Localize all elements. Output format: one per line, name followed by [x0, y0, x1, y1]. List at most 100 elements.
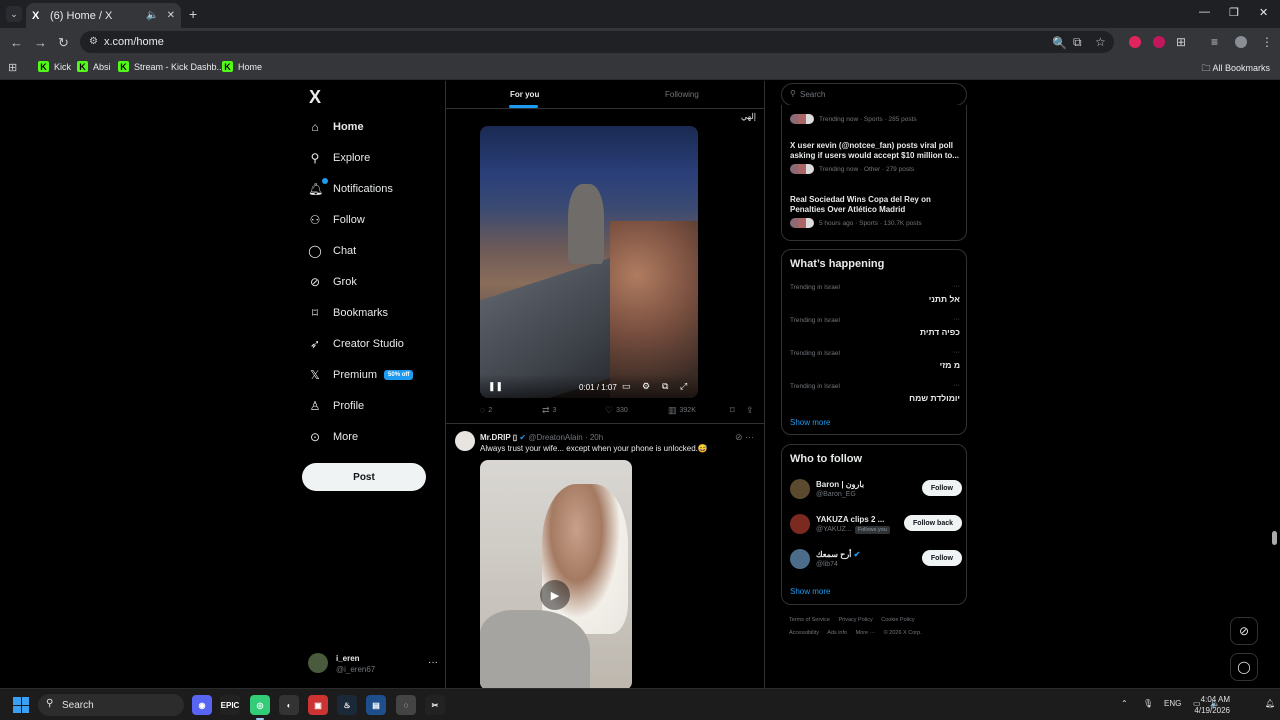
- author-handle[interactable]: @DreatonAlain: [528, 433, 582, 442]
- close-window-icon[interactable]: ✕: [1259, 6, 1268, 19]
- grok-floating-button[interactable]: ⊘: [1230, 617, 1258, 645]
- speaker-icon[interactable]: 🔈: [146, 10, 158, 21]
- browser-menu-icon[interactable]: ⋮: [1261, 35, 1273, 49]
- footer-link[interactable]: More ···: [856, 630, 876, 636]
- discord-icon[interactable]: ◉: [192, 695, 212, 715]
- more-dots-icon[interactable]: ···: [953, 382, 960, 389]
- bookmark-home[interactable]: K Home: [222, 61, 262, 72]
- settings-icon[interactable]: ⚙: [642, 381, 650, 392]
- browser-tab[interactable]: X (6) Home / X 🔈 ✕: [26, 3, 181, 28]
- clock[interactable]: 4:04 AM 4/19/2026: [1194, 694, 1230, 716]
- trend-item[interactable]: Trending in Israel ··· אל תתני: [790, 283, 962, 314]
- forward-icon[interactable]: →: [34, 35, 47, 50]
- reload-icon[interactable]: ↻: [58, 35, 69, 51]
- extension-shield-icon[interactable]: [1153, 36, 1165, 48]
- footer-link[interactable]: Ads info: [827, 630, 847, 636]
- follow-back-button[interactable]: Follow back: [903, 515, 962, 531]
- play-icon[interactable]: ▶: [540, 580, 570, 610]
- language-indicator[interactable]: ENG: [1164, 699, 1181, 708]
- share-button[interactable]: ⇪: [746, 405, 754, 416]
- follow-suggestion[interactable]: Baron | بارون @Baron_EG Follow: [790, 477, 962, 507]
- author-name[interactable]: Mr.DRIP ▯: [480, 433, 517, 442]
- bookmark-kick[interactable]: K Kick: [38, 61, 71, 72]
- follow-button[interactable]: Follow: [921, 550, 962, 566]
- media-control-icon[interactable]: ≡: [1211, 35, 1218, 49]
- nav-chat[interactable]: ◯ Chat: [308, 239, 356, 263]
- bookmark-stream[interactable]: K Stream - Kick Dashb...: [118, 61, 224, 72]
- restore-icon[interactable]: ❐: [1229, 6, 1239, 19]
- zoom-icon[interactable]: 🔍: [1052, 36, 1067, 50]
- nav-grok[interactable]: ⊘ Grok: [308, 270, 357, 294]
- tweet-menu[interactable]: ⊘ ···: [735, 432, 754, 443]
- fullscreen-icon[interactable]: ⤢: [680, 381, 687, 392]
- captions-icon[interactable]: ▭: [622, 381, 631, 392]
- post-button[interactable]: Post: [302, 463, 426, 491]
- nav-home[interactable]: ⌂ Home: [308, 115, 363, 139]
- account-switcher[interactable]: i_eren @i_eren67 ···: [308, 651, 438, 681]
- scrollbar-thumb[interactable]: [1272, 531, 1277, 545]
- nav-bookmarks[interactable]: ⌑ Bookmarks: [308, 301, 388, 325]
- bookmark-absi[interactable]: K Absi: [77, 61, 111, 72]
- all-bookmarks[interactable]: 🗀 All Bookmarks: [1201, 61, 1270, 77]
- minimize-icon[interactable]: —: [1199, 6, 1210, 18]
- follow-suggestion[interactable]: YAKUZA clips 2 ... @YAKUZ... Follows you …: [790, 512, 962, 542]
- avatar[interactable]: [455, 431, 475, 451]
- epic-games-icon[interactable]: EPIC: [220, 695, 240, 715]
- new-tab-button[interactable]: +: [189, 6, 197, 22]
- notifications-icon[interactable]: 🔔︎: [1265, 699, 1275, 708]
- microphone-icon[interactable]: 🎙︎: [1143, 699, 1153, 708]
- footer-link[interactable]: Cookie Policy: [881, 617, 914, 623]
- chrome-icon[interactable]: ◎: [250, 695, 270, 715]
- reply-button[interactable]: ◌ 2: [480, 405, 492, 415]
- trend-item[interactable]: Trending in Israel ··· כפיה דתית: [790, 316, 962, 347]
- show-more-link[interactable]: Show more: [790, 587, 830, 596]
- profile-avatar-icon[interactable]: [1235, 36, 1247, 48]
- footer-link[interactable]: Terms of Service: [789, 617, 830, 623]
- tab-search-icon[interactable]: ⌄: [6, 6, 22, 22]
- more-dots-icon[interactable]: ···: [953, 316, 960, 323]
- steam-icon[interactable]: ♨: [337, 695, 357, 715]
- news-item[interactable]: Real Sociedad Wins Copa del Rey on Penal…: [790, 195, 962, 228]
- trend-item[interactable]: Trending in Israel ··· מ מזי: [790, 349, 962, 380]
- search-input[interactable]: ⚲ Search: [781, 83, 967, 106]
- tab-following[interactable]: Following: [665, 90, 699, 99]
- file-explorer-icon[interactable]: ▤: [366, 695, 386, 715]
- url-bar[interactable]: ⚙ x.com/home: [80, 31, 1114, 53]
- footer-link[interactable]: Accessibility: [789, 630, 819, 636]
- news-item[interactable]: X user кevin (@notcee_fan) posts viral p…: [790, 141, 962, 174]
- grok-icon[interactable]: ⊘: [735, 432, 743, 442]
- views-button[interactable]: ▥ 392K: [668, 405, 696, 416]
- capcut-icon[interactable]: ✂: [425, 695, 445, 715]
- more-dots-icon[interactable]: ···: [953, 349, 960, 356]
- extension-red-icon[interactable]: [1129, 36, 1141, 48]
- show-more-link[interactable]: Show more: [790, 418, 830, 427]
- footer-link[interactable]: Privacy Policy: [839, 617, 873, 623]
- nav-notifications[interactable]: 🔔︎ Notifications: [308, 177, 393, 201]
- close-tab-icon[interactable]: ✕: [167, 10, 175, 21]
- x-logo-icon[interactable]: X: [309, 87, 321, 108]
- tray-expand-icon[interactable]: ⌃: [1121, 699, 1128, 708]
- nvidia-app-icon[interactable]: ▣: [308, 695, 328, 715]
- site-info-icon[interactable]: ⚙: [89, 36, 98, 47]
- bookmark-star-icon[interactable]: ☆: [1095, 35, 1106, 49]
- apps-grid-icon[interactable]: ⊞: [8, 61, 17, 74]
- nav-profile[interactable]: ♙ Profile: [308, 394, 365, 418]
- obs-icon[interactable]: ◐: [279, 695, 299, 715]
- like-button[interactable]: ♡ 330: [605, 405, 628, 416]
- repost-button[interactable]: ⇄ 3: [542, 405, 556, 416]
- install-app-icon[interactable]: ⧉: [1073, 35, 1082, 50]
- follow-button[interactable]: Follow: [921, 480, 962, 496]
- more-dots-icon[interactable]: ···: [745, 432, 754, 442]
- extensions-puzzle-icon[interactable]: ⊞: [1176, 35, 1186, 49]
- app-icon[interactable]: ◌: [396, 695, 416, 715]
- nav-more[interactable]: ⊙ More: [308, 425, 358, 449]
- nav-explore[interactable]: ⚲ Explore: [308, 146, 371, 170]
- back-icon[interactable]: ←: [10, 35, 23, 50]
- follow-suggestion[interactable]: أرح سمعك ✔ @lib74 Follow: [790, 547, 962, 577]
- chat-floating-button[interactable]: ◯: [1230, 653, 1258, 681]
- video-player[interactable]: ❚❚ 0:01 / 1:07 ▭ ⚙ ⧉ ⤢: [480, 126, 698, 398]
- taskbar-search[interactable]: ⚲ Search: [38, 694, 184, 716]
- video-thumbnail[interactable]: ▶: [480, 460, 632, 688]
- nav-creator-studio[interactable]: ➶ Creator Studio: [308, 332, 404, 356]
- nav-premium[interactable]: 𝕏 Premium 50% off: [308, 363, 414, 387]
